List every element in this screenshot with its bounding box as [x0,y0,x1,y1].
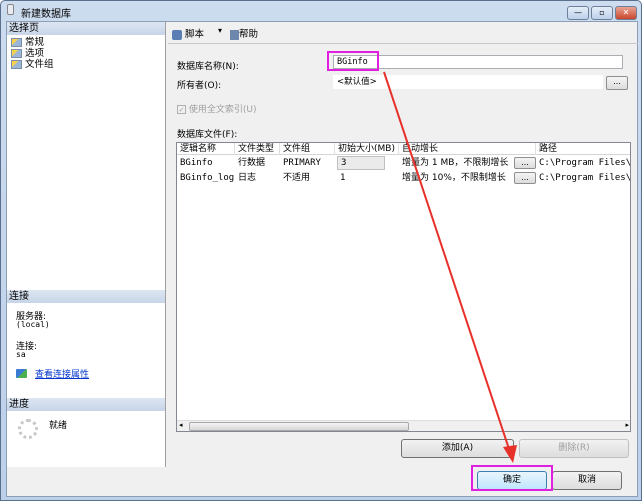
arrow-line [384,72,510,452]
arrow-head [503,445,517,463]
annotation-arrow [0,0,642,501]
